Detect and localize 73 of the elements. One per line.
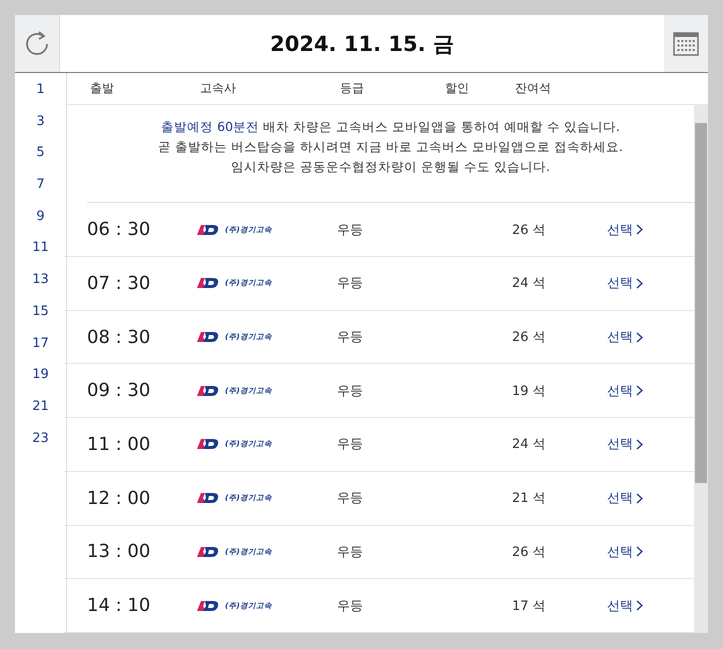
hour-link[interactable]: 21	[32, 398, 49, 431]
column-header: 할인	[445, 80, 470, 98]
select-button[interactable]: 선택	[607, 596, 643, 615]
departure-time: 06 : 30	[87, 219, 152, 240]
chevron-icon	[636, 332, 643, 343]
hour-link[interactable]: 15	[32, 304, 49, 336]
hour-link[interactable]: 11	[32, 240, 49, 272]
seats-text: 17 석	[512, 598, 547, 615]
select-button[interactable]: 선택	[607, 274, 643, 292]
calendar-icon	[673, 32, 699, 56]
hour-link[interactable]: 7	[36, 177, 45, 209]
company-logo-icon	[197, 224, 219, 236]
grade-text: 우등	[337, 490, 364, 508]
hour-link[interactable]: 19	[32, 367, 49, 399]
chevron-icon	[636, 600, 643, 612]
company-logo-icon	[197, 492, 219, 504]
notice-text: 출발예정 60분전 배차 차량은 고속버스 모바일앱을 통하여 예매할 수 있습니다.	[161, 119, 620, 136]
hour-link[interactable]: 17	[32, 336, 49, 368]
hour-link[interactable]: 13	[32, 272, 49, 304]
select-button[interactable]: 선택	[607, 220, 643, 239]
grade-text: 우등	[337, 598, 364, 615]
seats-text: 26 석	[512, 329, 547, 346]
chevron-icon	[636, 278, 643, 289]
departure-time: 07 : 30	[87, 272, 152, 294]
column-header: 잔여석	[515, 80, 552, 98]
seats-text: 26 석	[512, 222, 547, 239]
seats-text: 26 석	[512, 544, 547, 561]
hour-link[interactable]: 1	[36, 82, 45, 114]
seats-text: 21 석	[512, 490, 547, 508]
seats-text: 24 석	[512, 275, 547, 292]
chevron-icon	[636, 438, 643, 450]
notice-text: 임시차량은 공동운수협정차량이 운행될 수도 있습니다.	[231, 159, 550, 176]
departure-time: 08 : 30	[87, 326, 152, 348]
departure-time: 11 : 00	[87, 434, 152, 455]
scrollbar[interactable]	[694, 104, 708, 633]
company-logo-icon	[197, 438, 219, 450]
company-logo-icon	[197, 546, 219, 558]
chevron-icon	[636, 224, 643, 236]
notice-text: 곧 출발하는 버스탑승을 하시려면 지금 바로 고속버스 모바일앱으로 접속하세요.	[158, 139, 623, 156]
grade-text: 우등	[337, 436, 364, 454]
select-button[interactable]: 선택	[607, 435, 643, 454]
column-header: 출발	[90, 80, 115, 98]
company-logo-icon	[197, 384, 219, 397]
grade-text: 우등	[337, 222, 364, 239]
seats-text: 24 석	[512, 436, 547, 454]
select-button[interactable]: 선택	[607, 542, 643, 561]
select-button[interactable]: 선택	[607, 328, 643, 346]
grade-text: 우등	[337, 275, 364, 292]
chevron-icon	[636, 385, 643, 396]
hour-link[interactable]: 23	[32, 430, 49, 462]
departure-time: 12 : 00	[87, 488, 152, 509]
refresh-button[interactable]	[15, 15, 59, 72]
hour-link[interactable]: 3	[36, 114, 45, 146]
hour-link[interactable]: 9	[36, 208, 45, 240]
refresh-icon	[24, 30, 50, 58]
company-logo-icon	[197, 277, 219, 290]
company-logo-icon	[197, 600, 219, 612]
hour-link[interactable]: 5	[36, 145, 45, 178]
company-logo-icon	[197, 331, 219, 344]
departure-time: 14 : 10	[87, 595, 152, 616]
column-header: 고속사	[200, 80, 237, 98]
column-header: 등급	[340, 80, 365, 98]
select-button[interactable]: 선택	[607, 489, 643, 508]
grade-text: 우등	[337, 544, 364, 561]
select-button[interactable]: 선택	[607, 382, 643, 400]
chevron-icon	[636, 546, 643, 558]
calendar-button[interactable]	[664, 15, 708, 72]
grade-text: 우등	[337, 329, 364, 346]
seats-text: 19 석	[512, 382, 547, 400]
chevron-icon	[636, 492, 643, 504]
departure-time: 13 : 00	[87, 541, 152, 562]
departure-time: 09 : 30	[87, 380, 152, 402]
grade-text: 우등	[337, 382, 364, 400]
